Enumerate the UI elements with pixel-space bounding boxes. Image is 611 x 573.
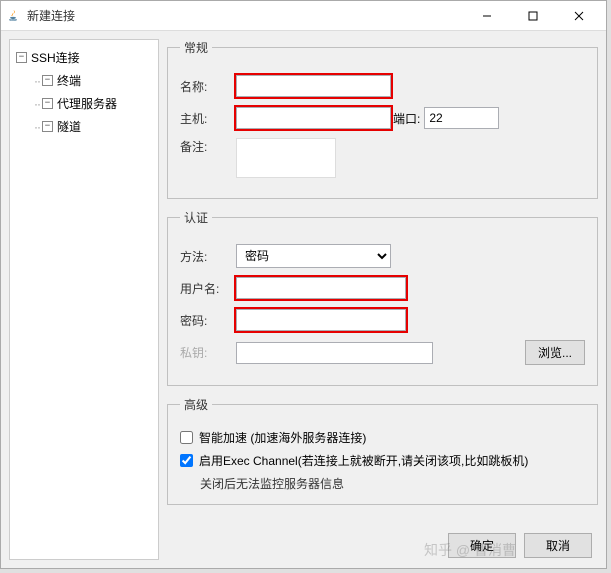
memo-input[interactable] <box>236 138 336 178</box>
general-legend: 常规 <box>180 39 212 56</box>
collapse-icon[interactable]: − <box>16 52 27 63</box>
ok-button[interactable]: 确定 <box>448 533 516 558</box>
window-controls <box>464 1 602 31</box>
advanced-group: 高级 智能加速 (加速海外服务器连接) 启用Exec Channel(若连接上就… <box>167 396 598 505</box>
close-button[interactable] <box>556 1 602 31</box>
tree-item-terminal[interactable]: ·· − 终端 <box>16 69 152 92</box>
host-label: 主机: <box>180 110 236 127</box>
tree-connector: ·· <box>34 74 40 88</box>
username-label: 用户名: <box>180 280 236 297</box>
password-label: 密码: <box>180 312 236 329</box>
port-label: 端口: <box>393 110 420 127</box>
method-label: 方法: <box>180 248 236 265</box>
dialog-window: 新建连接 − SSH连接 ·· − 终端 ·· − 代理服务器 <box>0 0 607 569</box>
general-group: 常规 名称: 主机: 端口: 备注: <box>167 39 598 199</box>
tree-connector: ·· <box>34 120 40 134</box>
accel-label: 智能加速 (加速海外服务器连接) <box>199 429 366 446</box>
memo-label: 备注: <box>180 138 236 155</box>
exec-label: 启用Exec Channel(若连接上就被断开,请关闭该项,比如跳板机) <box>199 452 528 469</box>
host-input[interactable] <box>236 107 391 129</box>
name-label: 名称: <box>180 78 236 95</box>
titlebar: 新建连接 <box>1 1 606 31</box>
exec-note: 关闭后无法监控服务器信息 <box>180 475 585 492</box>
privkey-input <box>236 342 433 364</box>
port-input[interactable] <box>424 107 499 129</box>
collapse-icon[interactable]: − <box>42 98 53 109</box>
auth-group: 认证 方法: 密码 用户名: 密码: 私钥: <box>167 209 598 386</box>
password-input[interactable] <box>236 309 406 331</box>
username-input[interactable] <box>236 277 406 299</box>
accel-checkbox[interactable] <box>180 431 193 444</box>
tree-label: 隧道 <box>57 118 81 135</box>
privkey-label: 私钥: <box>180 344 236 361</box>
name-input[interactable] <box>236 75 391 97</box>
auth-legend: 认证 <box>180 209 212 226</box>
cancel-button[interactable]: 取消 <box>524 533 592 558</box>
main-panel: 常规 名称: 主机: 端口: 备注: 认证 <box>167 39 598 560</box>
dialog-footer: 确定 取消 <box>448 533 592 558</box>
tree-item-proxy[interactable]: ·· − 代理服务器 <box>16 92 152 115</box>
nav-tree: − SSH连接 ·· − 终端 ·· − 代理服务器 ·· − 隧道 <box>9 39 159 560</box>
advanced-legend: 高级 <box>180 396 212 413</box>
window-title: 新建连接 <box>27 7 464 24</box>
tree-label: 终端 <box>57 72 81 89</box>
dialog-body: − SSH连接 ·· − 终端 ·· − 代理服务器 ·· − 隧道 常规 <box>1 31 606 568</box>
tree-item-ssh[interactable]: − SSH连接 <box>16 46 152 69</box>
browse-button[interactable]: 浏览... <box>525 340 585 365</box>
minimize-button[interactable] <box>464 1 510 31</box>
collapse-icon[interactable]: − <box>42 75 53 86</box>
maximize-button[interactable] <box>510 1 556 31</box>
tree-item-tunnel[interactable]: ·· − 隧道 <box>16 115 152 138</box>
tree-label: 代理服务器 <box>57 95 117 112</box>
tree-connector: ·· <box>34 97 40 111</box>
method-select[interactable]: 密码 <box>236 244 391 268</box>
tree-label: SSH连接 <box>31 49 80 66</box>
exec-checkbox[interactable] <box>180 454 193 467</box>
collapse-icon[interactable]: − <box>42 121 53 132</box>
java-app-icon <box>5 8 21 24</box>
